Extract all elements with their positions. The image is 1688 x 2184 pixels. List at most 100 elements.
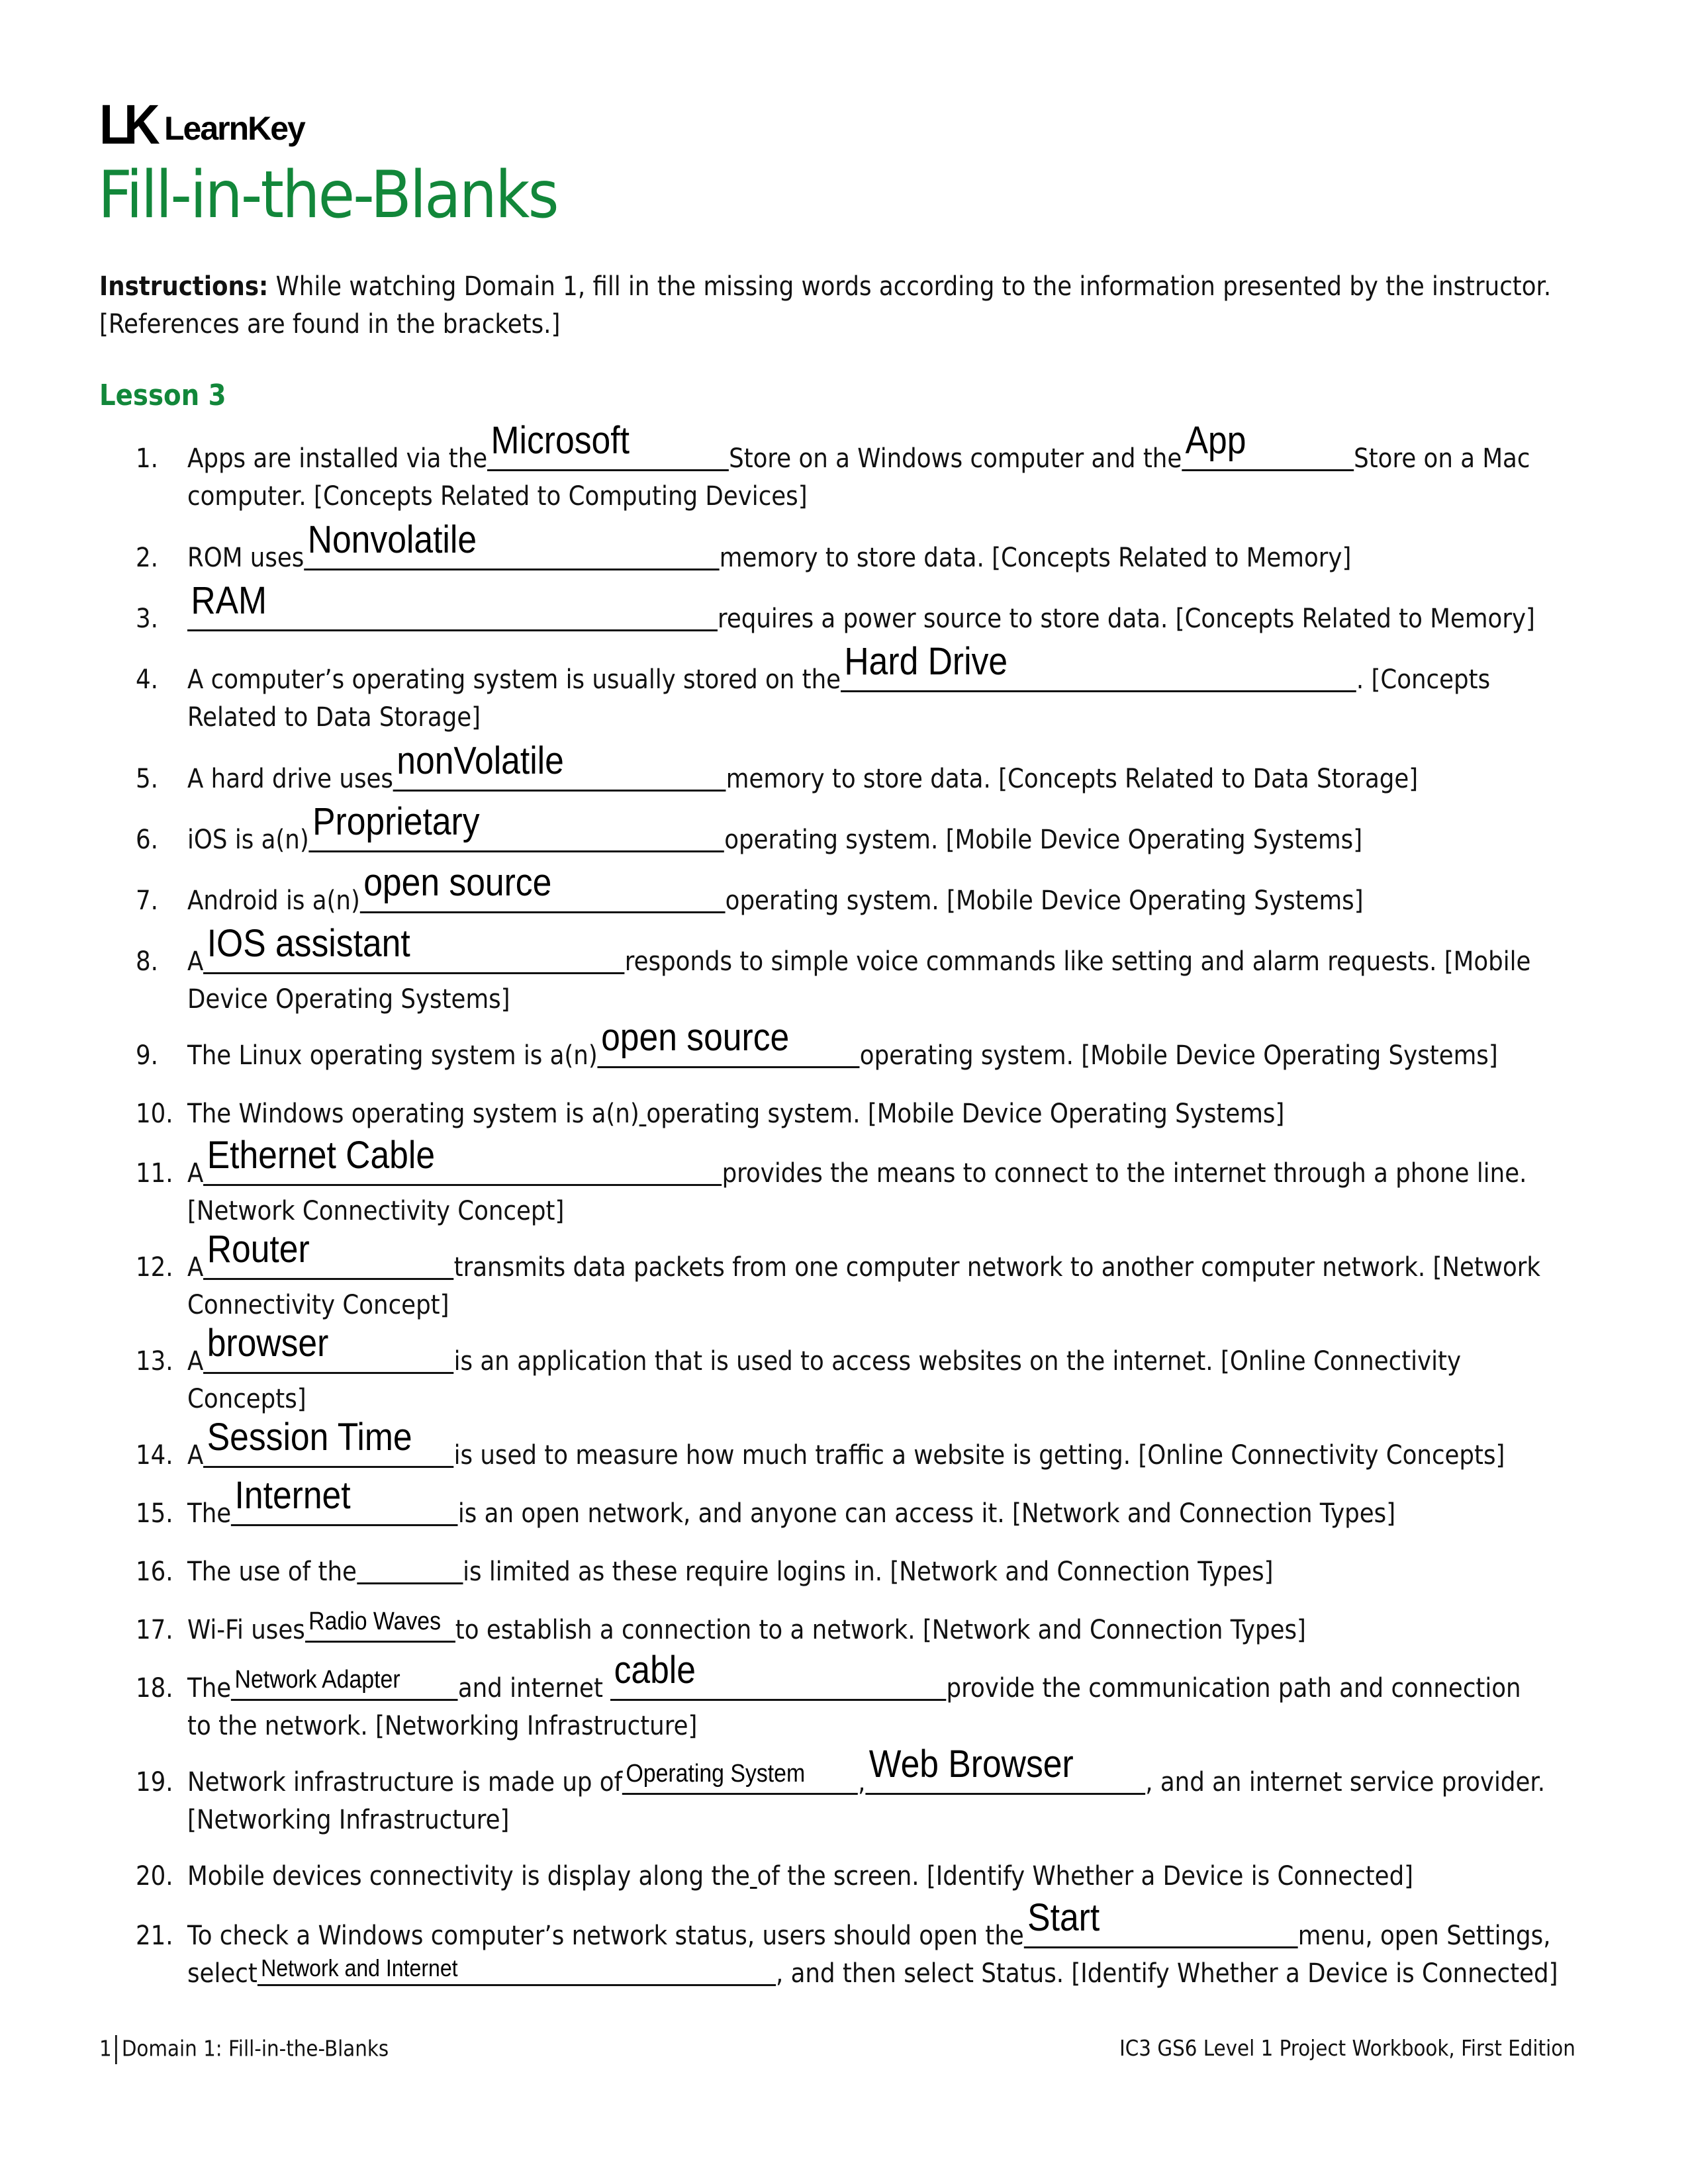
question-text: A xyxy=(187,946,204,977)
question-text: operating system. [Mobile Device Operati… xyxy=(725,886,1364,916)
question-number: 20. xyxy=(136,1861,173,1891)
question-text: to the network. [Networking Infrastructu… xyxy=(187,1711,698,1741)
question-text: Store on a Mac xyxy=(1354,443,1530,474)
answer-text: Session Time xyxy=(207,1416,412,1459)
question-number: 8. xyxy=(136,946,158,977)
question-number: 10. xyxy=(136,1099,173,1129)
answer-blank[interactable]: browser xyxy=(203,1324,454,1374)
question-text: A xyxy=(187,1158,204,1189)
answer-blank[interactable]: Hard Drive xyxy=(841,643,1356,692)
answer-blank[interactable]: App xyxy=(1182,422,1354,471)
question-text: , xyxy=(858,1767,866,1797)
answer-blank[interactable]: Web Browser xyxy=(865,1745,1146,1795)
question-text: . [Concepts xyxy=(1356,664,1491,695)
answer-blank[interactable] xyxy=(356,1553,463,1584)
answer-blank[interactable]: nonVolatile xyxy=(393,742,726,792)
question-number: 14. xyxy=(136,1440,173,1471)
question-text: [Network Connectivity Concept] xyxy=(187,1196,565,1226)
answer-text: Network Adapter xyxy=(234,1666,400,1694)
answer-blank[interactable]: Internet xyxy=(231,1477,458,1526)
answer-blank[interactable]: Session Time xyxy=(203,1418,454,1468)
answer-text: Microsoft xyxy=(491,419,630,462)
answer-blank[interactable]: Network and Internet xyxy=(257,1955,776,1986)
question-number: 6. xyxy=(136,825,158,855)
answer-text: Router xyxy=(207,1228,310,1271)
answer-text: Nonvolatile xyxy=(307,518,477,561)
answer-blank[interactable]: Proprietary xyxy=(308,803,725,852)
question-text: computer. [Concepts Related to Computing… xyxy=(187,481,808,512)
answer-blank[interactable] xyxy=(639,1105,647,1126)
question-text: Apps are installed via the xyxy=(187,443,488,474)
question-number: 15. xyxy=(136,1498,173,1529)
answer-text: Ethernet Cable xyxy=(207,1134,436,1177)
question-text: operating system. [Mobile Device Operati… xyxy=(724,825,1363,855)
answer-blank[interactable]: open source xyxy=(597,1019,860,1068)
question-number: 9. xyxy=(136,1040,158,1071)
question-text: iOS is a(n) xyxy=(187,825,309,855)
question-number: 12. xyxy=(136,1252,173,1283)
question-number: 19. xyxy=(136,1767,173,1797)
question-text: ROM uses xyxy=(187,543,305,573)
instructions-text-2: [References are found in the brackets.] xyxy=(99,309,561,340)
question-text: A xyxy=(187,1440,204,1471)
question-text: and internet xyxy=(457,1673,611,1704)
question-text: select xyxy=(187,1958,258,1989)
question-text: The Linux operating system is a(n) xyxy=(187,1040,598,1071)
answer-blank[interactable]: Network Adapter xyxy=(231,1666,458,1701)
question-text: responds to simple voice commands like s… xyxy=(624,946,1531,977)
question-number: 5. xyxy=(136,764,158,794)
question-text: , and then select Status. [Identify Whet… xyxy=(775,1958,1558,1989)
question-text: memory to store data. [Concepts Related … xyxy=(719,543,1352,573)
answer-blank[interactable]: Microsoft xyxy=(487,422,729,471)
answer-text: Internet xyxy=(234,1474,351,1517)
footer-left-text: Domain 1: Fill-in-the-Blanks xyxy=(121,2035,389,2062)
question-text: Device Operating Systems] xyxy=(187,984,510,1015)
footer-divider xyxy=(115,2035,117,2064)
footer-right-text: IC3 GS6 Level 1 Project Workbook, First … xyxy=(1119,2035,1575,2061)
answer-blank[interactable]: Nonvolatile xyxy=(304,521,720,570)
answer-blank[interactable]: RAM xyxy=(187,582,718,631)
question-text: is used to measure how much traffic a we… xyxy=(453,1440,1505,1471)
learnkey-logo: LK LearnKey xyxy=(99,93,306,156)
question-number: 16. xyxy=(136,1557,173,1587)
answer-text: Operating System xyxy=(626,1760,806,1788)
answer-blank[interactable] xyxy=(749,1867,757,1889)
instructions-label: Instructions: xyxy=(99,271,269,302)
page-title: Fill-in-the-Blanks xyxy=(98,158,559,233)
question-text: The use of the xyxy=(187,1557,357,1587)
answer-blank[interactable]: Start xyxy=(1023,1899,1298,1948)
logo-wordmark: LearnKey xyxy=(164,110,306,147)
question-text: provides the means to connect to the int… xyxy=(722,1158,1527,1189)
instructions: Instructions: While watching Domain 1, f… xyxy=(99,268,1584,343)
question-text: The xyxy=(187,1498,232,1529)
answer-text: RAM xyxy=(191,579,267,622)
question-text: Connectivity Concept] xyxy=(187,1290,449,1320)
lk-logo-icon: LK xyxy=(99,93,160,156)
answer-blank[interactable]: cable xyxy=(610,1651,947,1701)
answer-blank[interactable]: IOS assistant xyxy=(203,925,625,974)
answer-blank[interactable]: Router xyxy=(203,1230,454,1280)
answer-blank[interactable]: open source xyxy=(359,864,726,913)
question-text: , and an internet service provider. xyxy=(1145,1767,1546,1797)
document-page: LK LearnKey Fill-in-the-Blanks Instructi… xyxy=(0,0,1688,2184)
question-text: transmits data packets from one computer… xyxy=(453,1252,1541,1283)
answer-text: Proprietary xyxy=(312,800,480,843)
question-text: is limited as these require logins in. [… xyxy=(463,1557,1274,1587)
question-number: 1. xyxy=(136,443,158,474)
question-text: A xyxy=(187,1252,204,1283)
answer-blank[interactable]: Radio Waves xyxy=(305,1609,455,1643)
question-text: A xyxy=(187,1346,204,1377)
answer-text: nonVolatile xyxy=(397,739,564,782)
page-number: 1 xyxy=(99,2035,112,2062)
question-text: operating system. [Mobile Device Operati… xyxy=(646,1099,1285,1129)
question-text: Network infrastructure is made up of xyxy=(187,1767,623,1797)
question-number: 2. xyxy=(136,543,158,573)
answer-text: App xyxy=(1185,419,1246,462)
question-text: To check a Windows computer’s network st… xyxy=(187,1921,1024,1951)
lesson-heading: Lesson 3 xyxy=(99,379,226,412)
answer-blank[interactable]: Ethernet Cable xyxy=(203,1136,722,1186)
question-text: A hard drive uses xyxy=(187,764,393,794)
question-text: memory to store data. [Concepts Related … xyxy=(726,764,1419,794)
question-text: is an open network, and anyone can acces… xyxy=(457,1498,1396,1529)
answer-blank[interactable]: Operating System xyxy=(622,1760,859,1795)
